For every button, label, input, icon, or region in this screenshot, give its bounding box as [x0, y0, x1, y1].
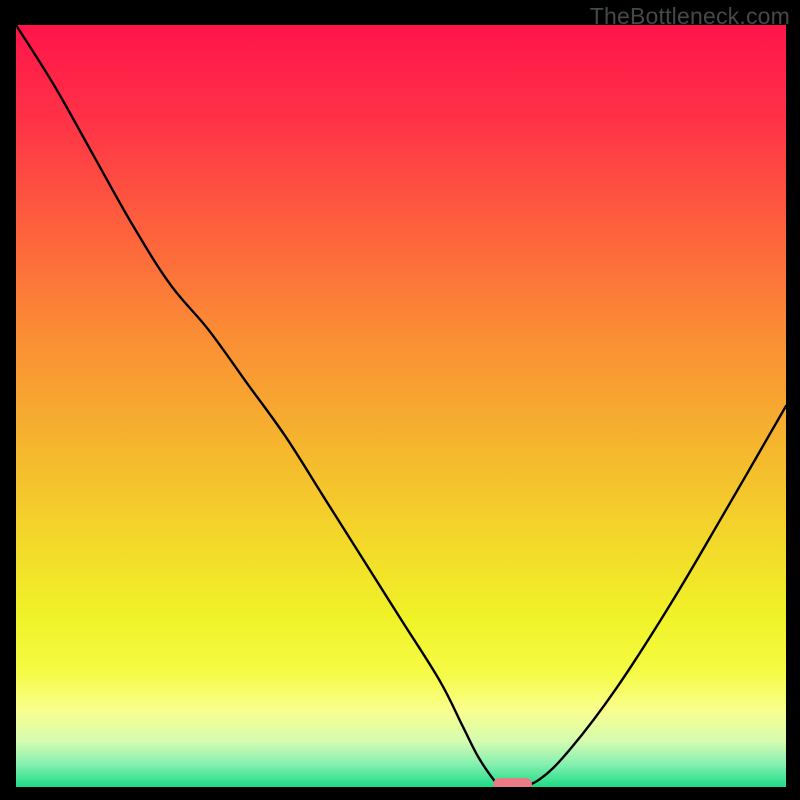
bottleneck-chart — [16, 25, 786, 787]
chart-frame: TheBottleneck.com — [0, 0, 800, 800]
gradient-background — [16, 25, 786, 787]
optimal-marker — [493, 778, 532, 787]
